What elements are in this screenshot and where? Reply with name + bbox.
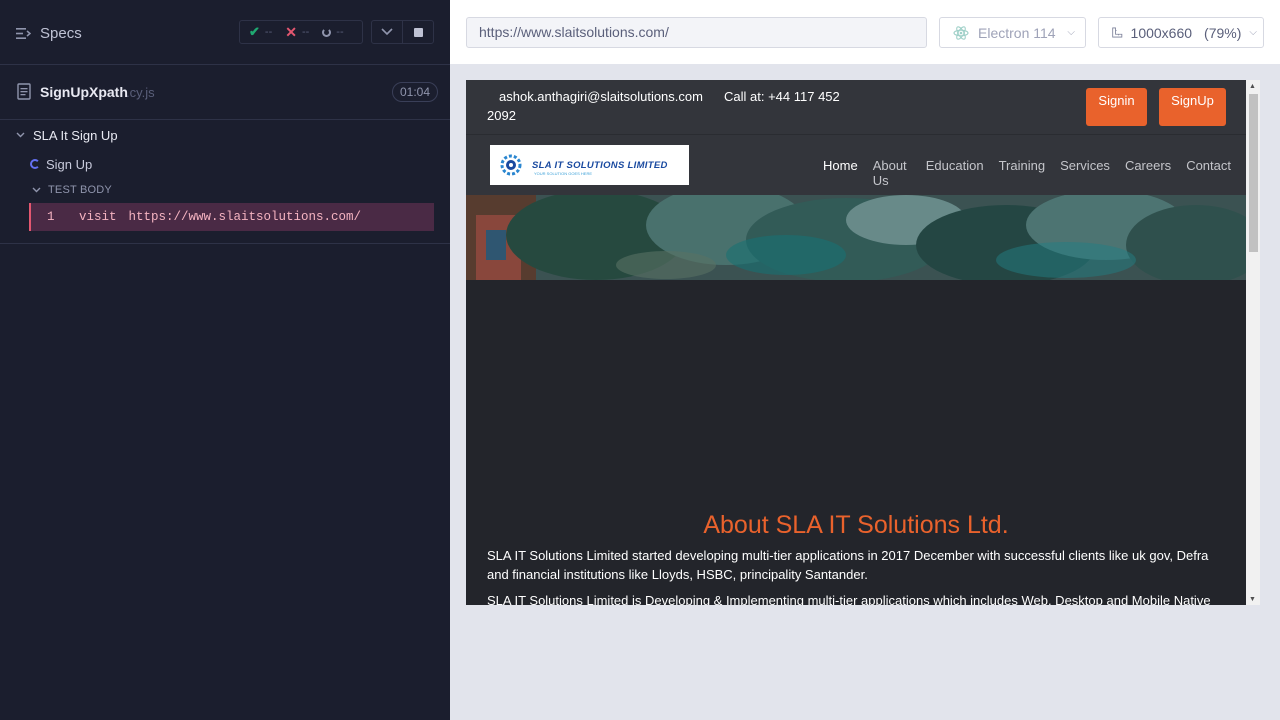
chevron-down-icon: ⌵ xyxy=(1249,27,1257,38)
test-stats: ✔ -- ✕ -- -- xyxy=(239,20,363,44)
suite-title: SLA It Sign Up xyxy=(33,127,118,143)
about-paragraph-2: SLA IT Solutions Limited is Developing &… xyxy=(487,593,1211,605)
signup-button[interactable]: SignUp xyxy=(1159,88,1226,126)
failed-stat: ✕ -- xyxy=(285,23,310,40)
command-name: visit xyxy=(79,210,117,224)
document-icon xyxy=(17,83,31,100)
command-row[interactable]: 1 visit https://www.slaitsolutions.com/ xyxy=(29,203,434,231)
about-paragraph-1: SLA IT Solutions Limited started develop… xyxy=(487,548,1209,582)
check-icon: ✔ xyxy=(249,24,260,39)
contact-phone-cont: 2092 xyxy=(487,108,516,123)
spec-file-name[interactable]: SignUpXpath xyxy=(40,84,128,100)
stop-icon xyxy=(413,27,423,37)
scroll-up-icon[interactable]: ▲ xyxy=(1249,83,1256,90)
viewport-info[interactable]: 1000x660 (79%) ⌵ xyxy=(1098,17,1264,48)
test-row[interactable]: Sign Up xyxy=(30,154,92,174)
pending-stat: -- xyxy=(322,26,344,38)
aut-header: https://www.slaitsolutions.com/ Electron… xyxy=(450,0,1280,64)
contact-phone: Call at: +44 117 452 xyxy=(724,89,840,104)
test-body-header[interactable]: TEST BODY xyxy=(32,182,112,198)
site-topbar: ashok.anthagiri@slaitsolutions.com Call … xyxy=(466,80,1246,134)
viewport-scale: (79%) xyxy=(1204,24,1242,41)
spec-duration: 01:04 xyxy=(392,82,439,102)
viewport-size: 1000x660 xyxy=(1130,24,1193,41)
suite-row[interactable]: SLA It Sign Up xyxy=(16,125,118,145)
aut-scrollbar[interactable]: ▲ ▼ xyxy=(1246,80,1260,605)
gear-logo-icon xyxy=(500,154,522,176)
running-spinner-icon xyxy=(30,159,40,169)
site-nav-menu: Home About Us Education Training Service… xyxy=(823,158,1246,188)
command-log-panel: Specs ✔ -- ✕ -- -- SignUpXpath .cy.js 01:0… xyxy=(0,0,450,720)
test-title: Sign Up xyxy=(46,156,93,172)
electron-icon xyxy=(953,25,969,40)
logo-text: SLA IT SOLUTIONS LIMITED xyxy=(532,159,668,171)
scrollbar-thumb[interactable] xyxy=(1249,94,1258,252)
scroll-down-icon[interactable]: ▼ xyxy=(1249,596,1256,603)
aut-panel: https://www.slaitsolutions.com/ Electron… xyxy=(450,0,1280,720)
nav-education[interactable]: Education xyxy=(926,158,984,188)
nav-contact[interactable]: Contact xyxy=(1186,158,1231,188)
nav-careers[interactable]: Careers xyxy=(1125,158,1171,188)
divider xyxy=(0,243,450,244)
chevron-down-icon xyxy=(32,187,41,193)
browser-select[interactable]: Electron 114 ⌵ xyxy=(939,17,1086,48)
x-icon: ✕ xyxy=(285,23,297,40)
nav-about-us[interactable]: About Us xyxy=(873,158,911,188)
specs-label: Specs xyxy=(40,24,82,42)
spec-file-ext: .cy.js xyxy=(126,85,155,100)
site-navbar: SLA IT SOLUTIONS LIMITED YOUR SOLUTION G… xyxy=(466,134,1246,196)
spec-header: SignUpXpath .cy.js 01:04 xyxy=(0,65,450,120)
website: ashok.anthagiri@slaitsolutions.com Call … xyxy=(466,80,1246,605)
contact-email[interactable]: ashok.anthagiri@slaitsolutions.com xyxy=(499,89,703,104)
hero-banner-image xyxy=(466,195,1246,280)
browser-name: Electron 114 xyxy=(978,24,1056,41)
url-field[interactable]: https://www.slaitsolutions.com/ xyxy=(466,17,927,48)
test-body-label: TEST BODY xyxy=(48,184,112,196)
signin-button[interactable]: Signin xyxy=(1086,88,1147,126)
chevron-down-icon: ⌵ xyxy=(1067,27,1075,38)
chevron-down-icon xyxy=(381,28,393,36)
menu-list-icon xyxy=(16,27,31,39)
about-heading: About SLA IT Solutions Ltd. xyxy=(703,511,1009,539)
aut-iframe[interactable]: ashok.anthagiri@slaitsolutions.com Call … xyxy=(466,80,1260,605)
site-logo[interactable]: SLA IT SOLUTIONS LIMITED YOUR SOLUTION G… xyxy=(490,145,689,185)
command-message: https://www.slaitsolutions.com/ xyxy=(128,210,362,224)
stop-button[interactable] xyxy=(402,20,434,44)
nav-home[interactable]: Home xyxy=(823,158,858,188)
logo-tagline: YOUR SOLUTION GOES HERE xyxy=(534,171,593,176)
passed-stat: ✔ -- xyxy=(249,24,273,39)
runner-header: Specs ✔ -- ✕ -- -- xyxy=(0,0,450,65)
nav-services[interactable]: Services xyxy=(1060,158,1110,188)
nav-training[interactable]: Training xyxy=(999,158,1045,188)
chevron-down-icon xyxy=(16,132,25,138)
specs-toggle-button[interactable]: Specs xyxy=(16,22,82,44)
command-number: 1 xyxy=(47,210,55,224)
auto-scroll-button[interactable] xyxy=(371,20,403,44)
pending-icon xyxy=(322,27,332,37)
ruler-icon xyxy=(1112,27,1123,38)
